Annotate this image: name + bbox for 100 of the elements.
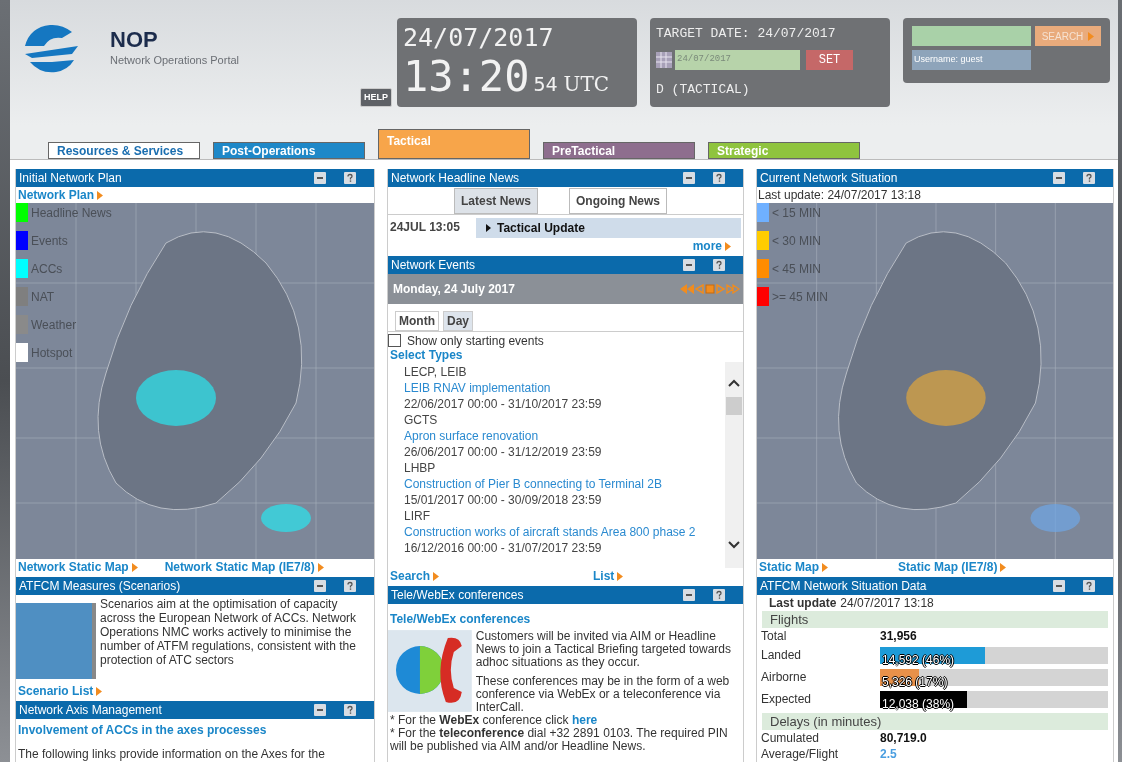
static-map-link[interactable]: Static Map (IE7/8) [898,558,1007,576]
news-tab[interactable]: Latest News [454,188,539,214]
caret-icon [433,571,440,581]
section-heading: Delays (in minutes) [762,713,1108,730]
events-link[interactable]: Search [390,567,440,585]
help-icon[interactable] [344,172,356,184]
username-field[interactable]: Username: guest [912,50,1031,70]
network-plan-link[interactable]: Network Plan [18,186,104,204]
flights-label: Landed [761,647,803,664]
nav-tab[interactable]: PreTactical [543,142,695,159]
target-date-field[interactable]: 24/07/2017 [675,49,800,70]
help-icon[interactable] [713,172,725,184]
panel-title: Current Network Situation [760,170,899,187]
panel-title: Initial Network Plan [19,170,123,187]
current-time: 13:20 [403,54,530,100]
event-location: LHBP [404,460,437,476]
view-tab[interactable]: Month [395,311,439,331]
panel-title: Network Events [391,257,477,274]
static-map-link[interactable]: Network Static Map [18,558,138,576]
help-icon[interactable] [713,589,725,601]
view-tab[interactable]: Day [443,311,473,331]
scenario-description: Scenarios aim at the optimisation of capacity across the European Network of ACCs. Network Operations NMC works actively to minimise the number of ATFM regulations, consistent with the protection of ATC sectors [100,597,358,669]
event-title[interactable]: Construction works of aircraft stands Area 800 phase 2 [404,524,725,540]
last-update-label: Last update [769,595,837,612]
minimize-icon[interactable] [1053,580,1065,592]
set-button[interactable]: SET [806,49,853,70]
flights-label: Airborne [761,669,808,686]
logo-icon [22,24,80,74]
help-icon[interactable] [344,704,356,716]
search-field[interactable] [912,26,1031,46]
target-date-label: TARGET DATE: 24/07/2017 [656,25,837,43]
conference-paragraph: These conferences may be in the form of a web conference via WebEx or a teleconference via InterCall. [475,675,731,714]
minimize-icon[interactable] [314,172,326,184]
events-date: Monday, 24 July 2017 [393,281,516,298]
caret-icon [317,562,324,572]
scroll-down-icon[interactable] [728,541,740,549]
axis-description: The following links provide information on the Axes for the [17,746,326,762]
caret-icon [131,562,138,572]
conference-instruction: * For the teleconference dial +32 2891 0103. The required PIN will be published via AIM and/or Headline News. [389,727,729,753]
minimize-icon[interactable] [314,704,326,716]
calendar-icon[interactable] [656,51,672,68]
help-icon[interactable] [713,259,725,271]
news-tab[interactable]: Ongoing News [569,188,668,214]
axes-process-link[interactable]: Involvement of ACCs in the axes processes [18,721,267,739]
scrollbar-thumb[interactable] [726,397,742,415]
panel-title: Network Headline News [391,170,521,187]
static-map-link[interactable]: Static Map [759,558,828,576]
delay-value: 80,719.0 [880,730,927,747]
checkbox[interactable] [388,334,401,347]
caret-icon [725,241,731,251]
panel-title: Tele/WebEx conferences [391,587,525,604]
current-seconds: 54 [533,71,558,98]
delay-value: 2.5 [880,746,897,762]
event-period: 16/12/2016 00:00 - 31/07/2017 23:59 [404,540,603,556]
help-icon[interactable] [1083,580,1095,592]
help-icon[interactable] [1083,172,1095,184]
here-link[interactable]: here [571,713,598,727]
legend-label: Weather [31,316,77,334]
scenario-list-link[interactable]: Scenario List [18,682,103,700]
panel-title: ATFCM Network Situation Data [760,578,928,595]
minimize-icon[interactable] [1053,172,1065,184]
event-period: 22/06/2017 00:00 - 31/10/2017 23:59 [404,396,603,412]
more-link[interactable]: more [692,238,731,254]
conferences-link[interactable]: Tele/WebEx conferences [390,610,531,628]
event-location: LIRF [404,508,431,524]
help-button[interactable]: HELP [360,87,392,107]
minimize-icon[interactable] [683,589,695,601]
event-period: 15/01/2017 00:00 - 30/09/2018 23:59 [404,492,603,508]
globe-phone-icon [388,630,472,712]
event-title[interactable]: LEIB RNAV implementation [404,380,725,396]
event-title[interactable]: Apron surface renovation [404,428,725,444]
event-period: 26/06/2017 00:00 - 31/12/2019 23:59 [404,444,603,460]
delay-label: Average/Flight [761,746,840,762]
conference-instruction: * For the WebEx conference click here [389,714,599,727]
static-map-link[interactable]: Network Static Map (IE7/8) [164,558,324,576]
time-zone: UTC [563,71,610,98]
flights-label: Total [761,628,788,645]
legend-label: ACCs [31,260,63,278]
logo-title: NOP [110,28,159,52]
news-item[interactable]: Tactical Update [476,218,741,238]
events-link[interactable]: List [593,567,624,585]
legend-label: >= 45 MIN [772,288,829,306]
scroll-up-icon[interactable] [728,379,740,387]
nav-tab[interactable]: Post-Operations [213,142,365,159]
help-icon[interactable] [344,580,356,592]
nav-tab[interactable]: Resources & Services [48,142,200,159]
event-location: LECP, LEIB [404,364,468,380]
caret-icon [96,686,103,696]
play-icon [486,224,491,232]
event-title[interactable]: Construction of Pier B connecting to Terminal 2B [404,476,725,492]
last-update-text: Last update: 24/07/2017 13:18 [758,187,921,204]
minimize-icon[interactable] [683,259,695,271]
nav-tab[interactable]: Strategic [708,142,860,159]
caret-icon [822,562,828,572]
minimize-icon[interactable] [683,172,695,184]
minimize-icon[interactable] [314,580,326,592]
bar-value: 14,592 (46%) [881,652,955,667]
legend-label: NAT [31,288,55,306]
legend-label: Headline News [31,204,112,222]
bar-value: 12,038 (38%) [881,696,955,711]
